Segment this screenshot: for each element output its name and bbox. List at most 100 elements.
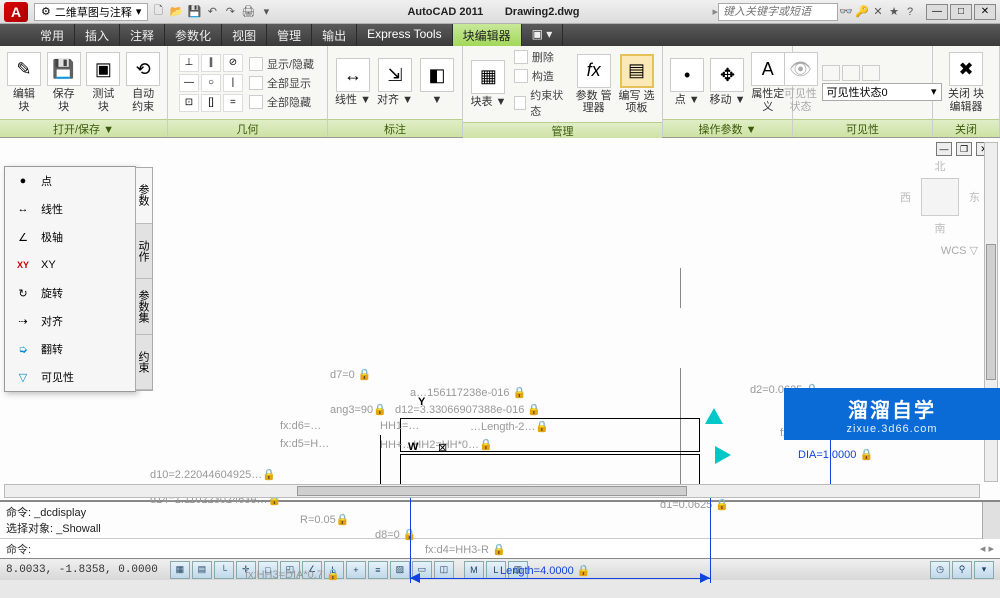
tray-icon[interactable]: ⚲ (952, 561, 972, 579)
viewcube-south[interactable]: 南 (900, 220, 980, 236)
grip-icon[interactable] (715, 446, 731, 464)
chevron-down-icon[interactable]: ▾ (258, 4, 274, 20)
tab-insert[interactable]: 插入 (75, 24, 120, 46)
open-icon[interactable]: 📂 (168, 4, 184, 20)
tab-manage[interactable]: 管理 (267, 24, 312, 46)
test-block-button[interactable]: ▣测试 块 (86, 52, 122, 112)
linear-dim-button[interactable]: ↔线性 ▼ (334, 58, 372, 106)
doc-restore-button[interactable]: ❐ (956, 142, 972, 156)
ortho-toggle[interactable]: └ (214, 561, 234, 579)
command-arrow-icon[interactable]: ◂ ▸ (980, 542, 994, 555)
show-hide-button[interactable]: 显示/隐藏 (247, 55, 316, 73)
tab-expand-icon[interactable]: ▣ ▾ (522, 24, 564, 46)
tray-icon[interactable]: ◷ (930, 561, 950, 579)
view-cube[interactable]: 北 西 东 南 WCS ▽ (900, 158, 980, 257)
constraint-icon[interactable]: — (179, 74, 199, 92)
vis-mode-icon[interactable] (862, 65, 880, 81)
save-block-button[interactable]: 💾保存 块 (46, 52, 82, 112)
palette-item-rotate[interactable]: ↻旋转 (5, 279, 135, 307)
block-authoring-palette[interactable]: ●点 ↔线性 ∠极轴 XYXY ↻旋转 ⇢对齐 ➭翻转 ▽可见性 参数 动作 参… (4, 166, 136, 392)
visibility-state-button[interactable]: 👁可见性 状态 (784, 52, 818, 112)
vis-mode-icon[interactable] (822, 65, 840, 81)
minimize-button[interactable]: — (926, 4, 948, 20)
constraint-icon[interactable]: | (223, 74, 243, 92)
constraint-icon[interactable]: = (223, 94, 243, 112)
point-button[interactable]: •点 ▼ (669, 58, 705, 106)
model-toggle[interactable]: M (464, 561, 484, 579)
attribute-def-button[interactable]: A属性定义 (750, 52, 786, 112)
search-input[interactable] (718, 3, 838, 21)
side-tab-actions[interactable]: 动作 (136, 224, 152, 280)
dyn-toggle[interactable]: + (346, 561, 366, 579)
tray-icon[interactable]: ▾ (974, 561, 994, 579)
show-all-button[interactable]: 全部显示 (247, 74, 316, 92)
wcs-label[interactable]: WCS ▽ (900, 244, 980, 257)
undo-icon[interactable]: ↶ (204, 4, 220, 20)
app-logo-icon[interactable]: A (4, 2, 28, 22)
palette-item-flip[interactable]: ➭翻转 (5, 335, 135, 363)
command-scroll[interactable] (982, 502, 1000, 539)
side-tab-constraints[interactable]: 约束 (136, 335, 152, 391)
delete-button[interactable]: 删除 (512, 48, 570, 66)
key-icon[interactable]: 🔑 (854, 4, 870, 20)
palette-item-visibility[interactable]: ▽可见性 (5, 363, 135, 391)
viewcube-west[interactable]: 西 (900, 189, 911, 205)
constraint-icon[interactable]: [] (201, 94, 221, 112)
constraint-icon[interactable]: ⊡ (179, 94, 199, 112)
doc-minimize-button[interactable]: — (936, 142, 952, 156)
new-icon[interactable]: 🗋 (150, 4, 166, 20)
move-button[interactable]: ✥移动 ▼ (709, 58, 745, 106)
block-table-button[interactable]: ▦块表 ▼ (469, 60, 508, 108)
sc-toggle[interactable]: ◫ (434, 561, 454, 579)
close-button[interactable]: ✕ (974, 4, 996, 20)
viewcube-east[interactable]: 东 (969, 189, 980, 205)
grid-toggle[interactable]: ▤ (192, 561, 212, 579)
lwt-toggle[interactable]: ≡ (368, 561, 388, 579)
palette-item-align[interactable]: ⇢对齐 (5, 307, 135, 335)
visibility-dropdown[interactable]: 可见性状态0▾ (822, 83, 942, 101)
tab-annotate[interactable]: 注释 (120, 24, 165, 46)
scrollbar-thumb[interactable] (297, 486, 687, 496)
redo-icon[interactable]: ↷ (222, 4, 238, 20)
panel-title[interactable]: 打开/保存 ▼ (0, 119, 167, 137)
save-icon[interactable]: 💾 (186, 4, 202, 20)
palette-item-linear[interactable]: ↔线性 (5, 195, 135, 223)
palette-item-polar[interactable]: ∠极轴 (5, 223, 135, 251)
transparency-toggle[interactable]: ▨ (390, 561, 410, 579)
constraint-icon[interactable]: ○ (201, 74, 221, 92)
print-icon[interactable]: 🖨 (240, 4, 256, 20)
side-tab-paramsets[interactable]: 参数集 (136, 279, 152, 335)
constraint-icon[interactable]: ⊥ (179, 54, 199, 72)
tab-home[interactable]: 常用 (30, 24, 75, 46)
maximize-button[interactable]: □ (950, 4, 972, 20)
convert-button[interactable]: ◧▼ (418, 58, 456, 106)
grip-icon[interactable] (705, 408, 723, 424)
palette-item-xy[interactable]: XYXY (5, 251, 135, 279)
panel-title[interactable]: 操作参数 ▼ (663, 119, 792, 137)
align-dim-button[interactable]: ⇲对齐 ▼ (376, 58, 414, 106)
workspace-dropdown[interactable]: ⚙ 二维草图与注释 ▾ (34, 3, 148, 21)
infocenter-search-icon[interactable]: 👓 (838, 4, 854, 20)
constraint-icon[interactable]: ∥ (201, 54, 221, 72)
auto-constrain-button[interactable]: ⟲自动 约束 (125, 52, 161, 112)
close-block-editor-button[interactable]: ✖关闭 块编辑器 (944, 52, 988, 112)
drawing-area[interactable]: — ❐ ✕ 北 西 东 南 WCS ▽ (0, 138, 1000, 500)
tab-parametric[interactable]: 参数化 (165, 24, 222, 46)
edit-block-button[interactable]: ✎编辑 块 (6, 52, 42, 112)
tab-view[interactable]: 视图 (222, 24, 267, 46)
hide-all-button[interactable]: 全部隐藏 (247, 93, 316, 111)
favorite-icon[interactable]: ★ (886, 4, 902, 20)
authoring-palette-button[interactable]: ▤编写 选项板 (617, 54, 656, 114)
vis-mode-icon[interactable] (842, 65, 860, 81)
help-icon[interactable]: ? (902, 4, 918, 20)
constraint-icon[interactable]: ⊘ (223, 54, 243, 72)
snap-toggle[interactable]: ▦ (170, 561, 190, 579)
exchange-icon[interactable]: ✕ (870, 4, 886, 20)
param-manager-button[interactable]: fx参数 管理器 (574, 54, 613, 114)
side-tab-parameters[interactable]: 参数 (136, 168, 152, 224)
tab-express[interactable]: Express Tools (357, 24, 452, 46)
viewcube-north[interactable]: 北 (900, 158, 980, 174)
palette-item-point[interactable]: ●点 (5, 167, 135, 195)
constraint-status-button[interactable]: 约束状态 (512, 86, 570, 120)
horizontal-scrollbar[interactable] (4, 484, 980, 498)
